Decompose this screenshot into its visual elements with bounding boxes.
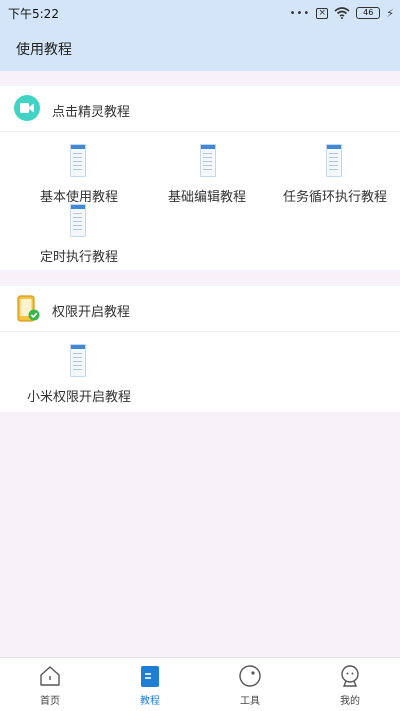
top-bar: 下午5:22 ••• × 46 ⚡ 使用教程: [0, 0, 400, 71]
status-icons: ••• × 46 ⚡: [290, 4, 394, 22]
document-icon: [70, 144, 86, 177]
tutorial-item-label: 基础编辑教程: [168, 190, 247, 205]
nav-home[interactable]: 首页: [0, 658, 100, 711]
battery-icon: 46: [356, 7, 381, 19]
document-icon: [200, 144, 216, 177]
nav-label: 我的: [340, 696, 360, 707]
tutorial-item-basic-edit[interactable]: 基础编辑教程: [160, 138, 260, 205]
section-click-tutorials: 点击精灵教程 基本使用教程 基础编辑教程 任务循环执行教程 定时执行教程: [0, 86, 400, 270]
phone-check-icon: [17, 295, 40, 322]
nav-label: 工具: [240, 696, 260, 707]
tutorial-item-label: 定时执行教程: [40, 250, 119, 265]
section-header: 点击精灵教程: [0, 86, 400, 132]
tutorial-item-basic-usage[interactable]: 基本使用教程: [0, 138, 160, 205]
section-permission-tutorials: 权限开启教程 小米权限开启教程: [0, 286, 400, 412]
tutorial-item-label: 任务循环执行教程: [283, 190, 388, 205]
status-bar: 下午5:22 ••• × 46 ⚡: [0, 0, 400, 26]
document-icon: [70, 344, 86, 377]
section-title: 权限开启教程: [52, 305, 131, 320]
section-title: 点击精灵教程: [52, 105, 131, 120]
document-icon: [70, 204, 86, 237]
charging-icon: ⚡: [386, 6, 394, 20]
tutorial-icon: [141, 666, 159, 687]
bottom-navigation: 首页 教程 工具 我的: [0, 657, 400, 711]
no-sim-icon: ×: [316, 7, 329, 19]
home-icon: [40, 666, 60, 686]
tutorial-item-loop-execution[interactable]: 任务循环执行教程: [280, 138, 395, 205]
profile-icon: [341, 665, 359, 687]
nav-tutorials[interactable]: 教程: [100, 658, 200, 711]
nav-label: 首页: [40, 696, 60, 707]
nav-label: 教程: [140, 696, 160, 707]
status-time: 下午5:22: [8, 7, 59, 21]
video-camera-icon: [14, 95, 40, 121]
tutorial-item-xiaomi-permissions[interactable]: 小米权限开启教程: [0, 338, 160, 408]
more-dots-icon: •••: [289, 7, 311, 19]
page-title: 使用教程: [16, 42, 72, 58]
tools-icon: [239, 665, 261, 687]
nav-profile[interactable]: 我的: [300, 658, 400, 711]
tutorial-item-label: 小米权限开启教程: [27, 390, 132, 405]
section-header: 权限开启教程: [0, 286, 400, 332]
document-icon: [326, 144, 342, 177]
wifi-icon: [334, 7, 350, 19]
nav-tools[interactable]: 工具: [200, 658, 300, 711]
tutorial-item-scheduled-execution[interactable]: 定时执行教程: [0, 198, 160, 265]
